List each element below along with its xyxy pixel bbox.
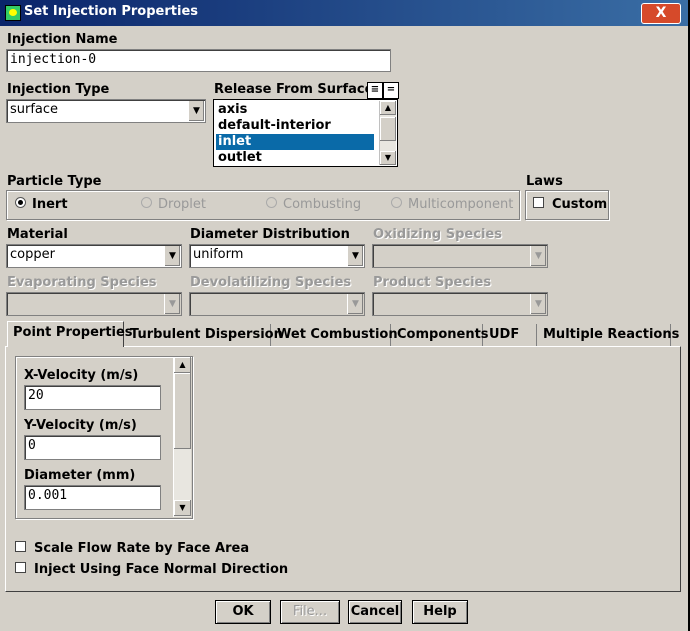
diameter-distribution-label: Diameter Distribution <box>190 227 350 242</box>
scroll-down-icon[interactable]: ▼ <box>174 500 191 516</box>
material-value: copper <box>10 247 55 262</box>
radio-multicomponent-label: Multicomponent <box>408 197 514 212</box>
radio-multicomponent: Multicomponent <box>391 197 513 212</box>
select-all-icon[interactable]: ≡ <box>367 82 383 99</box>
scroll-thumb[interactable] <box>174 373 191 449</box>
devolatilizing-species-label: Devolatilizing Species <box>190 275 352 290</box>
checkbox-icon <box>533 197 544 208</box>
radio-combusting: Combusting <box>266 197 361 212</box>
y-velocity-label: Y-Velocity (m/s) <box>24 418 137 433</box>
evaporating-species-dropdown: ▼ <box>6 292 182 316</box>
title-bar[interactable]: Set Injection Properties X <box>0 0 688 26</box>
diameter-distribution-dropdown[interactable]: uniform ▼ <box>189 244 365 268</box>
diameter-label: Diameter (mm) <box>24 468 136 483</box>
material-dropdown[interactable]: copper ▼ <box>6 244 182 268</box>
chevron-down-icon: ▼ <box>347 294 363 314</box>
particle-type-label: Particle Type <box>7 174 102 189</box>
material-label: Material <box>7 227 68 242</box>
inject-normal-label: Inject Using Face Normal Direction <box>34 562 289 577</box>
release-surfaces-label: Release From Surfaces <box>214 82 382 97</box>
devolatilizing-species-dropdown: ▼ <box>189 292 365 316</box>
injection-type-value: surface <box>10 102 59 117</box>
chevron-down-icon[interactable]: ▼ <box>164 246 180 266</box>
surfaces-scrollbar[interactable]: ▲ ▼ <box>379 101 396 165</box>
checkbox-icon <box>15 541 26 552</box>
scroll-up-icon[interactable]: ▲ <box>174 357 191 373</box>
window-title: Set Injection Properties <box>24 4 199 19</box>
custom-laws-checkbox[interactable]: Custom <box>533 197 607 212</box>
list-item[interactable]: default-interior <box>216 118 374 134</box>
file-button: File... <box>280 600 340 624</box>
chevron-down-icon[interactable]: ▼ <box>188 101 204 121</box>
scroll-down-icon[interactable]: ▼ <box>380 151 396 165</box>
scale-flow-rate-checkbox[interactable]: Scale Flow Rate by Face Area <box>15 541 249 556</box>
injection-properties-dialog: Set Injection Properties X Injection Nam… <box>0 0 688 631</box>
x-velocity-label: X-Velocity (m/s) <box>24 368 139 383</box>
tab-point-properties[interactable]: Point Properties <box>7 321 133 347</box>
chevron-down-icon: ▼ <box>530 294 546 314</box>
chevron-down-icon: ▼ <box>530 246 546 266</box>
list-item[interactable]: outlet <box>216 150 374 166</box>
evaporating-species-label: Evaporating Species <box>7 275 157 290</box>
scale-flow-rate-label: Scale Flow Rate by Face Area <box>34 541 250 556</box>
product-species-dropdown: ▼ <box>372 292 548 316</box>
tab-components[interactable]: Components <box>392 324 489 346</box>
scroll-thumb[interactable] <box>380 117 396 141</box>
oxidizing-species-label: Oxidizing Species <box>373 227 502 242</box>
radio-inert-label: Inert <box>32 197 68 212</box>
injection-type-label: Injection Type <box>7 82 110 97</box>
radio-droplet: Droplet <box>141 197 206 212</box>
oxidizing-species-dropdown: ▼ <box>372 244 548 268</box>
inject-normal-checkbox[interactable]: Inject Using Face Normal Direction <box>15 562 288 577</box>
close-button[interactable]: X <box>641 3 681 24</box>
app-icon <box>5 5 21 21</box>
radio-dot-icon <box>15 197 26 208</box>
chevron-down-icon[interactable]: ▼ <box>347 246 363 266</box>
list-item[interactable]: axis <box>216 102 374 118</box>
y-velocity-input[interactable]: 0 <box>24 435 161 460</box>
point-properties-scrollbar[interactable]: ▲ ▼ <box>173 357 191 517</box>
chevron-down-icon: ▼ <box>164 294 180 314</box>
product-species-label: Product Species <box>373 275 492 290</box>
deselect-all-icon[interactable]: = <box>383 82 399 99</box>
x-velocity-input[interactable]: 20 <box>24 385 161 410</box>
release-surfaces-list[interactable]: axis default-interior inlet outlet ▲ ▼ <box>213 99 398 167</box>
tab-wet-combustion[interactable]: Wet Combustion <box>272 324 398 346</box>
list-item-selected[interactable]: inlet <box>216 134 374 150</box>
radio-combusting-label: Combusting <box>283 197 362 212</box>
radio-dot-icon <box>266 197 277 208</box>
scroll-up-icon[interactable]: ▲ <box>380 101 396 115</box>
ok-button[interactable]: OK <box>215 600 271 624</box>
diameter-input[interactable]: 0.001 <box>24 485 161 510</box>
radio-dot-icon <box>141 197 152 208</box>
radio-dot-icon <box>391 197 402 208</box>
cancel-button[interactable]: Cancel <box>348 600 402 624</box>
injection-name-label: Injection Name <box>7 32 118 47</box>
tab-multiple-reactions[interactable]: Multiple Reactions <box>538 324 679 346</box>
radio-inert[interactable]: Inert <box>15 197 68 212</box>
injection-name-input[interactable]: injection-0 <box>6 49 391 72</box>
radio-droplet-label: Droplet <box>158 197 206 212</box>
checkbox-icon <box>15 562 26 573</box>
injection-type-dropdown[interactable]: surface ▼ <box>6 99 206 123</box>
tab-udf[interactable]: UDF <box>484 324 537 346</box>
laws-label: Laws <box>526 174 563 189</box>
diameter-distribution-value: uniform <box>193 247 244 262</box>
custom-laws-label: Custom <box>552 197 608 212</box>
help-button[interactable]: Help <box>412 600 468 624</box>
tab-turbulent-dispersion[interactable]: Turbulent Dispersion <box>125 324 283 346</box>
